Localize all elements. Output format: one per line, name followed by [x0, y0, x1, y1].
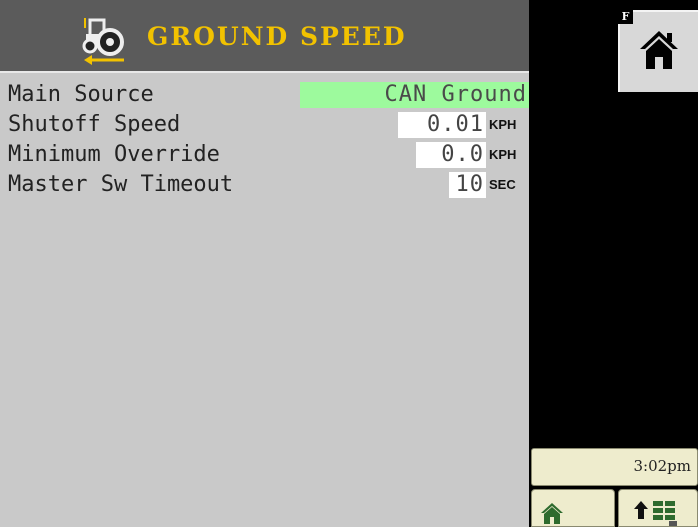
page-title: GROUND SPEED [147, 22, 407, 51]
home-icon [541, 503, 563, 524]
setting-row-main-source[interactable]: Main Source CAN Ground [0, 81, 529, 109]
unit-label: SEC [489, 177, 516, 192]
setting-label: Shutoff Speed [8, 112, 181, 137]
clock-time: 3:02pm [633, 457, 691, 475]
home-icon [640, 31, 678, 69]
master-sw-timeout-value[interactable]: 10 [449, 172, 486, 198]
page-header: GROUND SPEED [0, 0, 529, 73]
main-source-value[interactable]: CAN Ground [300, 82, 529, 108]
layout-tab[interactable] [618, 489, 698, 527]
setting-row-minimum-override[interactable]: Minimum Override 0.0 KPH [0, 141, 529, 169]
shutoff-speed-value[interactable]: 0.01 [398, 112, 486, 138]
setting-row-shutoff-speed[interactable]: Shutoff Speed 0.01 KPH [0, 111, 529, 139]
setting-row-master-sw-timeout[interactable]: Master Sw Timeout 10 SEC [0, 171, 529, 199]
main-panel: GROUND SPEED Main Source CAN Ground Shut… [0, 0, 529, 527]
function-badge: F [618, 10, 633, 24]
clock-display: 3:02pm [531, 448, 698, 486]
up-arrow-grid-icon [634, 501, 677, 526]
setting-label: Master Sw Timeout [8, 172, 234, 197]
setting-label: Minimum Override [8, 142, 220, 167]
home-tab[interactable] [531, 489, 615, 527]
unit-label: KPH [489, 117, 517, 132]
minimum-override-value[interactable]: 0.0 [416, 142, 486, 168]
unit-label: KPH [489, 147, 517, 162]
tractor-icon [82, 18, 124, 65]
setting-label: Main Source [8, 82, 154, 107]
